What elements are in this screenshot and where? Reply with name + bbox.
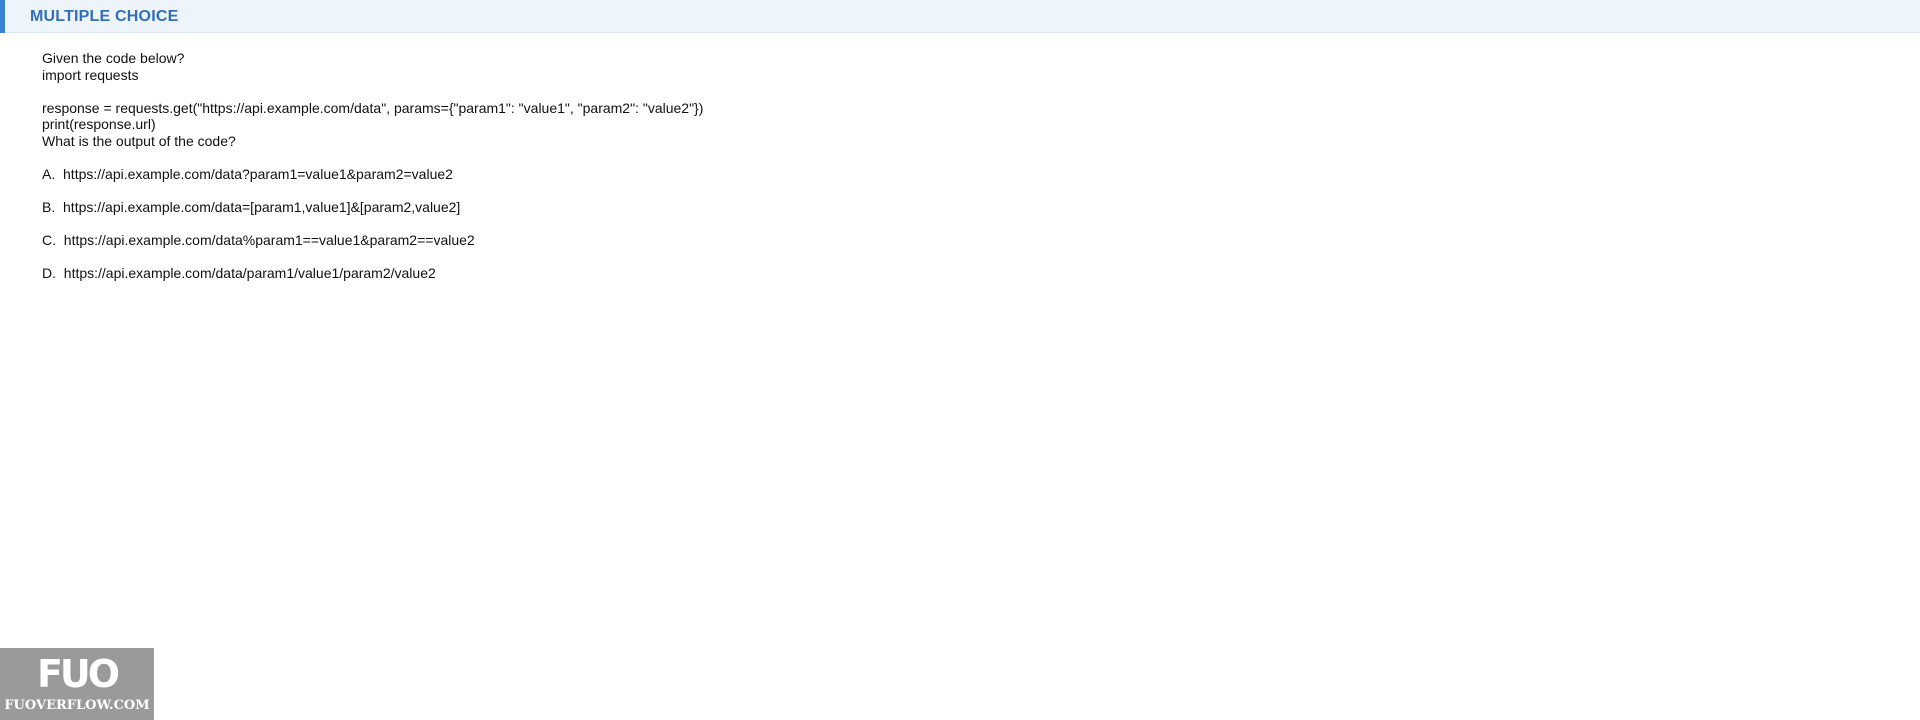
answer-option-d[interactable]: D. https://api.example.com/data/param1/v… (42, 265, 475, 298)
option-letter: A. (42, 166, 56, 182)
question-text: Given the code below? import requests re… (42, 50, 703, 150)
option-text: https://api.example.com/data=[param1,val… (63, 199, 461, 215)
question-line: Given the code below? (42, 50, 185, 66)
option-text: https://api.example.com/data?param1=valu… (63, 166, 453, 182)
option-letter: B. (42, 199, 56, 215)
option-letter: D. (42, 265, 56, 281)
answer-options: A. https://api.example.com/data?param1=v… (42, 166, 475, 298)
page: MULTIPLE CHOICE Given the code below? im… (0, 0, 1920, 720)
question-line: import requests (42, 66, 139, 83)
option-text: https://api.example.com/data%param1==val… (63, 232, 475, 248)
question-line: What is the output of the code? (42, 132, 236, 149)
question-type-title: MULTIPLE CHOICE (30, 8, 179, 25)
question-line: response = requests.get("https://api.exa… (42, 99, 704, 116)
question-line: print(response.url) (42, 116, 156, 133)
fuo-logo-icon: FUO (36, 652, 120, 696)
option-letter: C. (42, 232, 56, 248)
question-line (42, 83, 703, 100)
answer-option-b[interactable]: B. https://api.example.com/data=[param1,… (42, 199, 475, 232)
option-text: https://api.example.com/data/param1/valu… (63, 265, 436, 281)
answer-option-a[interactable]: A. https://api.example.com/data?param1=v… (42, 166, 475, 199)
question-type-header: MULTIPLE CHOICE (0, 0, 1920, 33)
watermark-logo: FUO FUOVERFLOW.COM (0, 648, 154, 720)
header-accent-bar (0, 0, 5, 33)
watermark-site-text: FUOVERFLOW.COM (4, 698, 150, 713)
answer-option-c[interactable]: C. https://api.example.com/data%param1==… (42, 232, 475, 265)
